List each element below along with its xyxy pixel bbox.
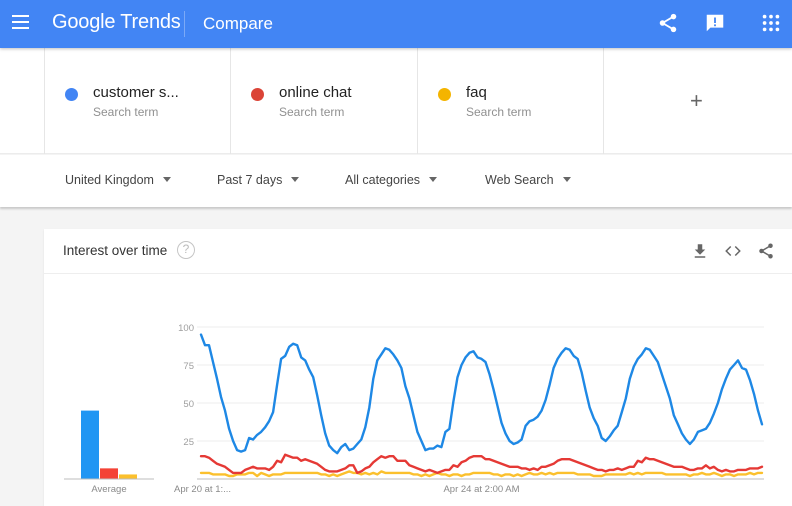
filter-label: All categories xyxy=(345,173,421,187)
category-filter[interactable]: All categories xyxy=(345,173,438,187)
apps-icon[interactable] xyxy=(760,12,782,34)
filters-bar: United Kingdom Past 7 days All categorie… xyxy=(0,155,792,207)
chart-series xyxy=(199,333,764,478)
share-icon[interactable] xyxy=(757,242,775,260)
y-tick-label: 50 xyxy=(183,399,194,410)
x-axis-ticks: Apr 20 at 1:... Apr 24 at 2:00 AM xyxy=(174,484,520,495)
y-axis-ticks: 25 50 75 100 xyxy=(178,323,194,448)
plus-icon: + xyxy=(690,88,703,113)
search-type-filter[interactable]: Web Search xyxy=(485,173,571,187)
dropdown-caret-icon xyxy=(162,177,171,183)
term-type: Search term xyxy=(93,105,159,119)
x-tick-label: Apr 24 at 2:00 AM xyxy=(443,484,519,495)
feedback-icon[interactable] xyxy=(704,12,726,34)
dropdown-caret-icon xyxy=(429,177,438,183)
dropdown-caret-icon xyxy=(291,177,300,183)
series-line xyxy=(199,453,764,475)
menu-icon[interactable] xyxy=(12,15,29,29)
term-name: faq xyxy=(466,84,487,101)
interest-over-time-chart: Average 25 50 75 100 Apr 20 at 1:... Apr 24 … xyxy=(64,323,764,495)
x-tick-label: Apr 20 at 1:... xyxy=(174,484,231,495)
search-terms-bar: customer s... Search term online chat Se… xyxy=(0,48,792,154)
card-header: Interest over time ? xyxy=(44,229,792,274)
average-bar xyxy=(81,410,99,479)
embed-icon[interactable] xyxy=(724,242,742,260)
interest-over-time-card: Interest over time ? Average 25 50 75 100 A… xyxy=(44,229,792,506)
y-tick-label: 75 xyxy=(183,361,194,372)
average-bars: Average xyxy=(64,410,154,495)
page-title: Compare xyxy=(203,14,273,33)
help-icon[interactable]: ? xyxy=(177,241,195,259)
term-type: Search term xyxy=(466,105,532,119)
dropdown-caret-icon xyxy=(562,177,571,183)
search-term-1[interactable]: customer s... Search term xyxy=(44,48,231,154)
search-term-3[interactable]: faq Search term xyxy=(417,48,604,154)
term-name: customer s... xyxy=(93,84,179,101)
filter-label: United Kingdom xyxy=(65,173,154,187)
add-comparison-button[interactable]: + xyxy=(603,48,792,154)
y-tick-label: 25 xyxy=(183,437,194,448)
term-name: online chat xyxy=(279,84,352,101)
region-filter[interactable]: United Kingdom xyxy=(65,173,171,187)
download-icon[interactable] xyxy=(691,242,709,260)
term-color-dot xyxy=(65,88,78,101)
google-trends-logo[interactable]: Google Trends xyxy=(52,11,181,34)
average-bar xyxy=(119,474,137,479)
term-color-dot xyxy=(251,88,264,101)
search-term-2[interactable]: online chat Search term xyxy=(230,48,417,154)
series-line xyxy=(199,470,764,478)
app-bar: Google Trends Compare xyxy=(0,0,792,48)
series-line xyxy=(199,333,764,455)
time-range-filter[interactable]: Past 7 days xyxy=(217,173,300,187)
term-type: Search term xyxy=(279,105,345,119)
average-bar xyxy=(100,468,118,479)
card-title: Interest over time xyxy=(63,243,168,258)
filter-label: Past 7 days xyxy=(217,173,283,187)
share-icon[interactable] xyxy=(657,12,679,34)
y-tick-label: 100 xyxy=(178,323,194,334)
filter-label: Web Search xyxy=(485,173,554,187)
term-color-dot xyxy=(438,88,451,101)
average-label: Average xyxy=(91,484,126,495)
header-divider xyxy=(184,11,185,37)
